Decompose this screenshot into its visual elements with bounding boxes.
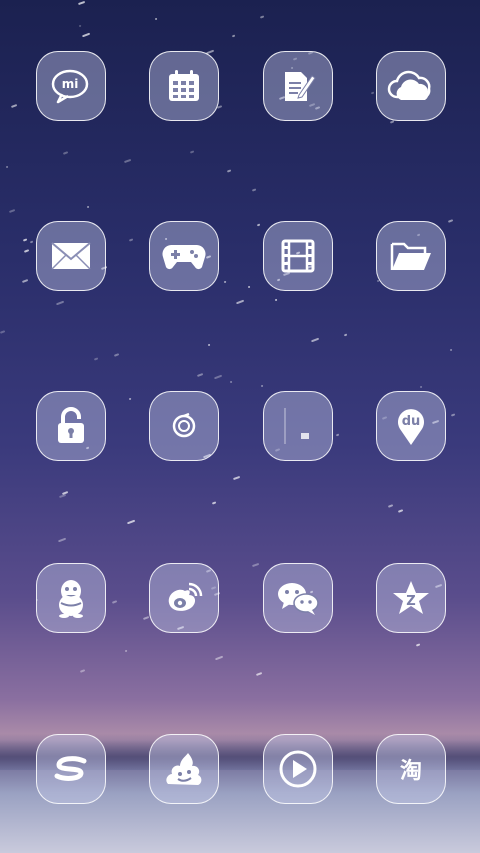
folder-icon [390,242,431,270]
app-cloud[interactable] [376,51,446,121]
app-video[interactable] [263,221,333,291]
mail-envelope-icon [51,242,91,270]
app-games[interactable] [149,221,219,291]
app-files[interactable] [376,221,446,291]
z-label: Z [406,594,415,609]
du-label: du [402,414,421,429]
blank-placeholder-icon [284,408,309,444]
penguin-icon [59,580,83,618]
app-wechat[interactable] [263,563,333,633]
notes-pencil-icon [285,72,316,101]
play-circle-icon [279,750,317,788]
mi-label: mi [62,77,79,91]
film-strip-icon [281,239,315,273]
app-calendar[interactable] [149,51,219,121]
app-player[interactable] [263,734,333,804]
app-baidu-map[interactable]: du [376,391,446,461]
app-mail[interactable] [36,221,106,291]
padlock-icon [58,407,84,443]
app-mi-talk[interactable]: mi [36,51,106,121]
s-swoosh-icon [54,756,87,781]
gamepad-icon [162,245,206,270]
app-notes[interactable] [263,51,333,121]
taobao-icon: 淘 [399,759,422,784]
calendar-icon [169,70,199,101]
app-blank[interactable] [263,391,333,461]
star-z-icon: Z [393,581,429,614]
poop-emoji-icon [166,753,202,785]
map-pin-icon: du [398,409,424,445]
app-sogou[interactable] [36,734,106,804]
refresh-icon [172,412,196,438]
app-refresh[interactable] [149,391,219,461]
wechat-bubbles-icon [278,583,319,615]
app-qq[interactable] [36,563,106,633]
app-qzone[interactable]: Z [376,563,446,633]
weibo-eye-icon [168,582,203,611]
app-weibo[interactable] [149,563,219,633]
cloud-icon [387,70,431,100]
app-taobao[interactable]: 淘 [376,734,446,804]
app-grid: mi du Z 淘 [0,0,480,853]
app-sticker[interactable] [149,734,219,804]
mi-chat-icon: mi [51,69,89,104]
app-lock[interactable] [36,391,106,461]
